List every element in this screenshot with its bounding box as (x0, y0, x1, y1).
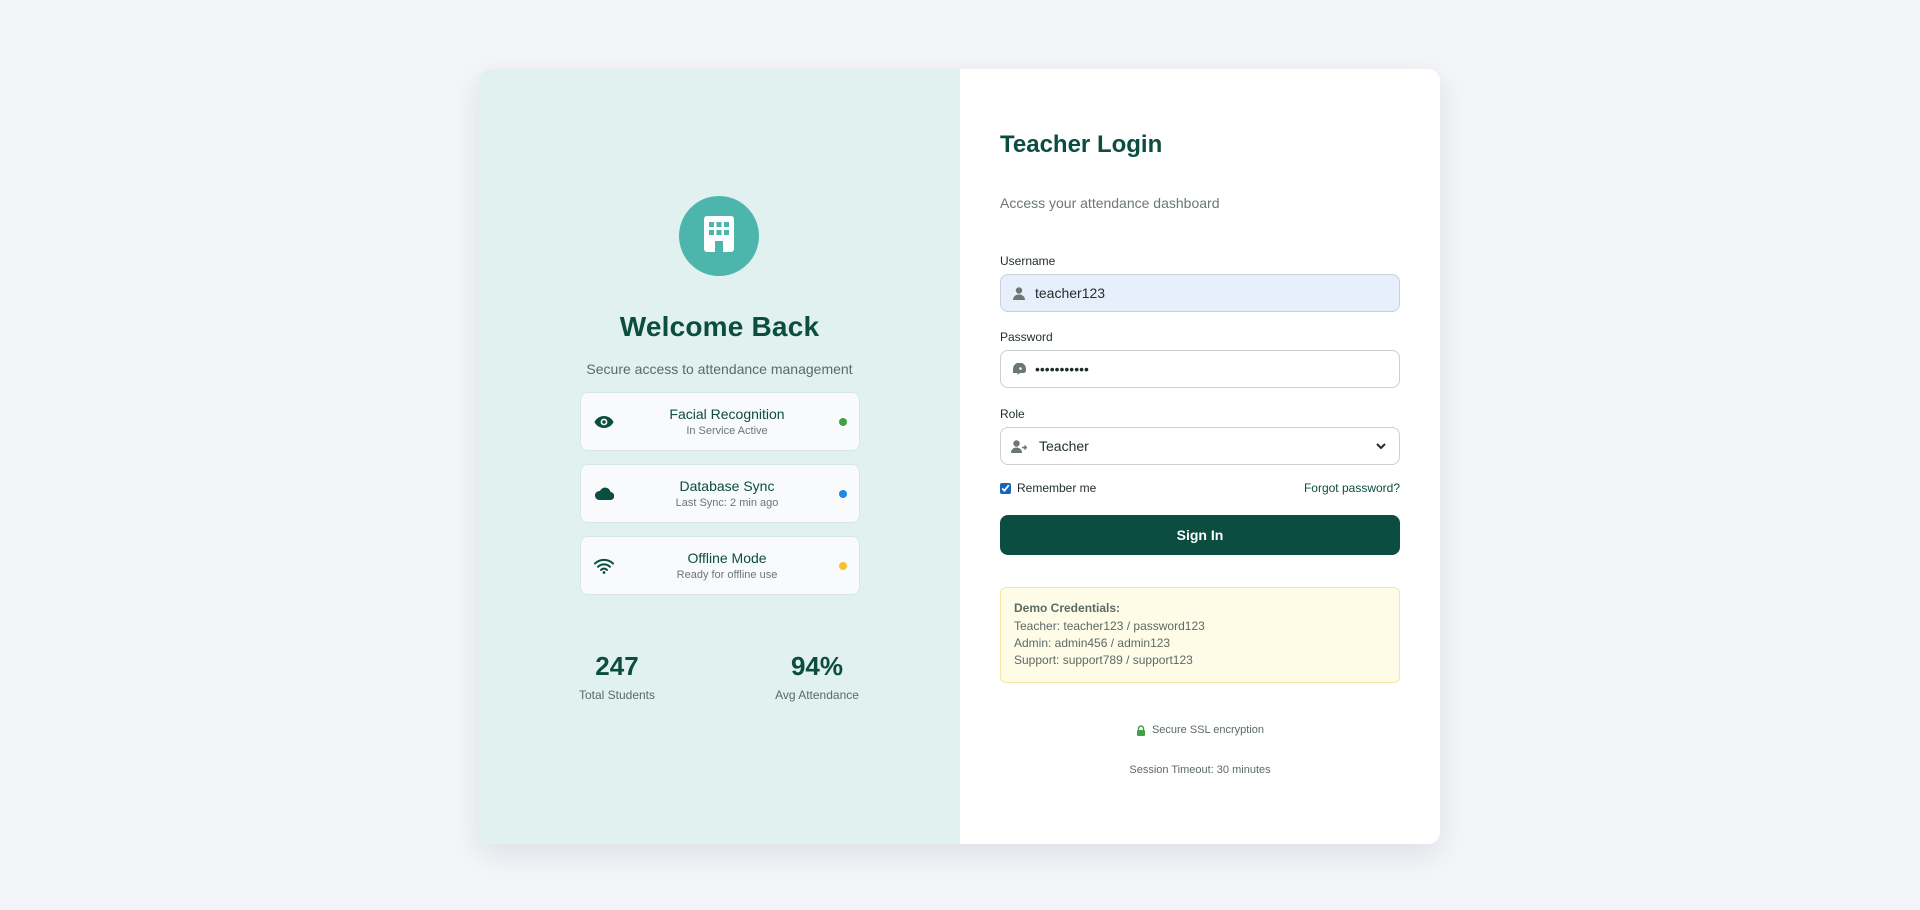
login-title: Teacher Login (1000, 131, 1163, 158)
status-dot-yellow (839, 561, 847, 570)
demo-line: Support: support789 / support123 (1014, 653, 1193, 667)
password-input[interactable] (1035, 361, 1389, 377)
password-label: Password (1000, 330, 1053, 344)
feature-database-sync: Database Sync Last Sync: 2 min ago (580, 464, 860, 523)
demo-heading: Demo Credentials: (1014, 601, 1121, 615)
welcome-title: Welcome Back (619, 311, 820, 342)
cloud-icon (593, 483, 615, 505)
stat-total-students: 247 Total Students (547, 651, 687, 702)
demo-credentials-box: Demo Credentials: Teacher: teacher123 / … (1000, 587, 1400, 683)
stat-label: Total Students (578, 688, 656, 702)
welcome-panel: Welcome Back Secure access to attendance… (479, 69, 960, 844)
building-logo (679, 196, 759, 276)
feature-status: Ready for offline use (676, 569, 778, 581)
role-field[interactable]: Teacher (1000, 427, 1400, 465)
login-panel: Teacher Login Access your attendance das… (960, 69, 1440, 844)
feature-title: Facial Recognition (669, 406, 785, 422)
login-subtitle: Access your attendance dashboard (1000, 195, 1220, 211)
user-role-icon (1011, 438, 1027, 454)
username-input[interactable] (1035, 285, 1389, 301)
feature-offline-mode: Offline Mode Ready for offline use (580, 536, 860, 595)
building-icon (704, 215, 734, 257)
forgot-password-link[interactable]: Forgot password? (1304, 481, 1400, 495)
password-field[interactable] (1000, 350, 1400, 388)
login-card: Welcome Back Secure access to attendance… (479, 69, 1440, 844)
feature-title: Offline Mode (687, 550, 767, 566)
wifi-icon (593, 555, 615, 577)
remember-checkbox[interactable] (1000, 482, 1011, 494)
password-icon (1011, 361, 1027, 377)
feature-status: Last Sync: 2 min ago (675, 497, 779, 509)
status-dot-blue (839, 489, 847, 498)
remember-me[interactable]: Remember me (1000, 481, 1096, 495)
role-label: Role (1000, 407, 1025, 421)
stat-label: Avg Attendance (775, 688, 859, 702)
session-timeout: Session Timeout: 30 minutes (1129, 764, 1271, 776)
username-field[interactable] (1000, 274, 1400, 312)
welcome-subtitle: Secure access to attendance management (586, 361, 853, 377)
username-label: Username (1000, 254, 1056, 268)
lock-icon (1136, 724, 1146, 736)
demo-line: Admin: admin456 / admin123 (1014, 636, 1171, 650)
stat-value: 247 (595, 651, 639, 681)
feature-title: Database Sync (679, 478, 775, 494)
eye-icon (593, 411, 615, 433)
role-select[interactable]: Teacher (1035, 437, 1389, 455)
status-dot-green (839, 417, 847, 426)
user-icon (1011, 285, 1027, 301)
demo-line: Teacher: teacher123 / password123 (1014, 619, 1205, 633)
feature-facial-recognition: Facial Recognition In Service Active (580, 392, 860, 451)
stat-avg-attendance: 94% Avg Attendance (747, 651, 887, 702)
secure-ssl-note: Secure SSL encryption (960, 724, 1440, 736)
stat-value: 94% (790, 651, 844, 681)
feature-status: In Service Active (686, 425, 768, 437)
secure-text: Secure SSL encryption (1151, 724, 1265, 736)
remember-label: Remember me (1017, 481, 1097, 495)
sign-in-button[interactable]: Sign In (1000, 515, 1400, 555)
